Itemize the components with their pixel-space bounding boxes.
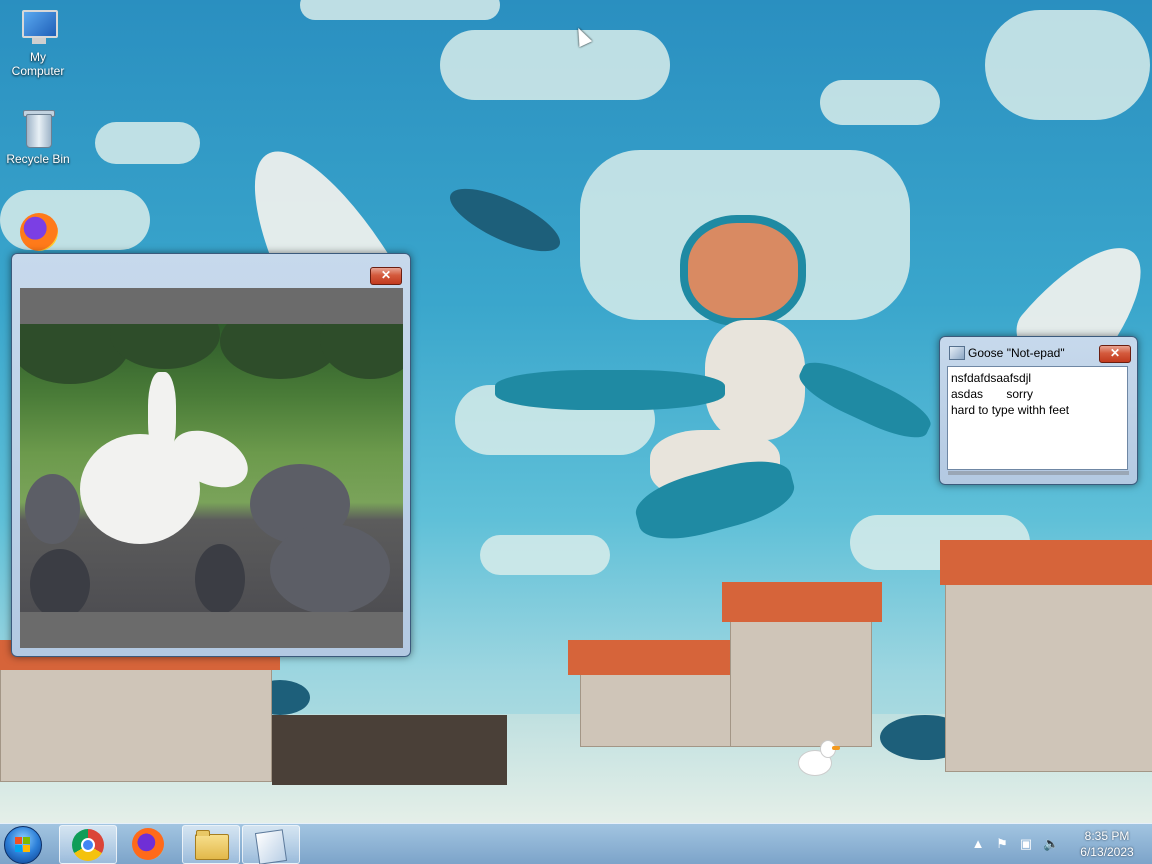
taskbar: ▲ ⚑ ▣ 🔈 8:35 PM 6/13/2023: [0, 823, 1152, 864]
desktop-icon-firefox[interactable]: [3, 213, 73, 255]
video-frame: [20, 324, 403, 612]
windows-logo-icon: [15, 837, 31, 853]
taskbar-chrome-button[interactable]: [59, 825, 117, 864]
file-explorer-icon: [195, 830, 229, 860]
firefox-icon: [132, 828, 164, 860]
chrome-icon: [72, 829, 104, 861]
network-icon[interactable]: ▣: [1018, 836, 1034, 852]
show-hidden-icons-arrow-icon[interactable]: ▲: [970, 836, 986, 852]
notepad-app-icon: [949, 346, 965, 360]
taskbar-explorer-button[interactable]: [182, 825, 240, 864]
start-button[interactable]: [4, 826, 42, 864]
desktop-goose[interactable]: [798, 740, 840, 776]
clock-date: 6/13/2023: [1080, 845, 1134, 859]
close-button[interactable]: ✕: [370, 267, 402, 285]
window-title: Goose "Not-epad": [968, 346, 1065, 360]
notepad-text-area[interactable]: nsfdafdsaafsdjl asdas sorry hard to type…: [947, 366, 1128, 470]
horizontal-scrollbar[interactable]: [948, 471, 1129, 475]
clock-time: 8:35 PM: [1084, 829, 1130, 843]
taskbar-firefox-button[interactable]: [120, 825, 176, 862]
volume-muted-icon[interactable]: 🔈: [1043, 836, 1059, 852]
desktop: My Computer Recycle Bin ✕ Goose "Not-epa…: [0, 0, 1152, 864]
taskbar-notepad-button[interactable]: [242, 825, 300, 864]
notepad-icon: [254, 829, 288, 864]
video-window[interactable]: ✕: [11, 253, 411, 657]
desktop-icon-my-computer[interactable]: My Computer: [3, 8, 73, 78]
notepad-window[interactable]: Goose "Not-epad" ✕ nsfdafdsaafsdjl asdas…: [939, 336, 1138, 485]
action-center-flag-icon[interactable]: ⚑: [994, 836, 1010, 852]
video-player[interactable]: [20, 288, 403, 648]
desktop-icon-label: My Computer: [11, 50, 65, 78]
system-clock[interactable]: 8:35 PM 6/13/2023: [1072, 828, 1142, 860]
desktop-icon-label: Recycle Bin: [6, 152, 70, 166]
my-computer-icon: [16, 8, 60, 48]
close-button[interactable]: ✕: [1099, 345, 1131, 363]
system-tray: ▲ ⚑ ▣ 🔈: [970, 824, 1070, 864]
recycle-bin-icon: [16, 110, 60, 150]
firefox-icon: [16, 213, 60, 253]
desktop-icon-recycle-bin[interactable]: Recycle Bin: [3, 110, 73, 166]
